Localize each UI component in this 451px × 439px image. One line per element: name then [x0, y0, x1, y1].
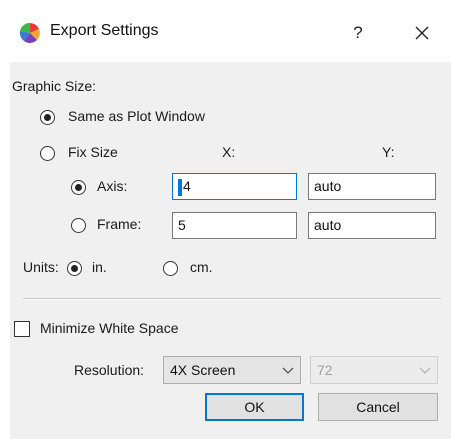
resolution-label: Resolution:: [74, 362, 145, 378]
fix-size-radio[interactable]: [40, 146, 55, 161]
radio-dot: [44, 114, 51, 121]
units-cm-label[interactable]: cm.: [190, 259, 213, 275]
resolution-mode-select[interactable]: 4X Screen: [163, 356, 301, 384]
dialog-body: Graphic Size: Same as Plot Window Fix Si…: [10, 62, 451, 439]
radio-dot: [71, 265, 78, 272]
same-as-plot-radio[interactable]: [40, 110, 55, 125]
x-column-header: X:: [222, 144, 236, 160]
radio-dot: [75, 184, 82, 191]
ok-button[interactable]: OK: [205, 393, 304, 421]
minimize-white-space-checkbox[interactable]: [14, 321, 30, 337]
axis-label[interactable]: Axis:: [97, 178, 127, 194]
close-button[interactable]: [405, 16, 439, 50]
text-cursor: [178, 178, 182, 196]
axis-radio[interactable]: [71, 180, 86, 195]
frame-x-input[interactable]: 5: [172, 212, 297, 239]
separator: [23, 298, 441, 300]
resolution-mode-value: 4X Screen: [170, 362, 236, 378]
cancel-button[interactable]: Cancel: [318, 393, 438, 421]
axis-x-input[interactable]: 4: [172, 173, 297, 200]
graphic-size-heading: Graphic Size:: [12, 78, 97, 94]
resolution-dpi-select[interactable]: 72: [310, 356, 438, 384]
units-label: Units:: [23, 259, 59, 275]
frame-radio[interactable]: [71, 218, 86, 233]
close-icon: [415, 26, 429, 40]
frame-y-input[interactable]: auto: [308, 212, 436, 239]
help-button[interactable]: ?: [341, 16, 375, 50]
y-column-header: Y:: [382, 144, 395, 160]
same-as-plot-label[interactable]: Same as Plot Window: [68, 108, 205, 124]
plot-app-icon: [19, 22, 40, 43]
chevron-down-icon: [419, 367, 431, 374]
dialog-title: Export Settings: [50, 22, 159, 39]
axis-x-value: 4: [183, 178, 191, 194]
units-in-label[interactable]: in.: [92, 259, 107, 275]
title-bar: Export Settings ?: [0, 0, 451, 62]
minimize-white-space-label[interactable]: Minimize White Space: [40, 320, 179, 336]
frame-label[interactable]: Frame:: [97, 216, 141, 232]
units-cm-radio[interactable]: [163, 261, 178, 276]
axis-y-input[interactable]: auto: [308, 173, 436, 200]
resolution-dpi-value: 72: [317, 362, 333, 378]
chevron-down-icon: [282, 367, 294, 374]
fix-size-label[interactable]: Fix Size: [68, 144, 118, 160]
units-in-radio[interactable]: [67, 261, 82, 276]
